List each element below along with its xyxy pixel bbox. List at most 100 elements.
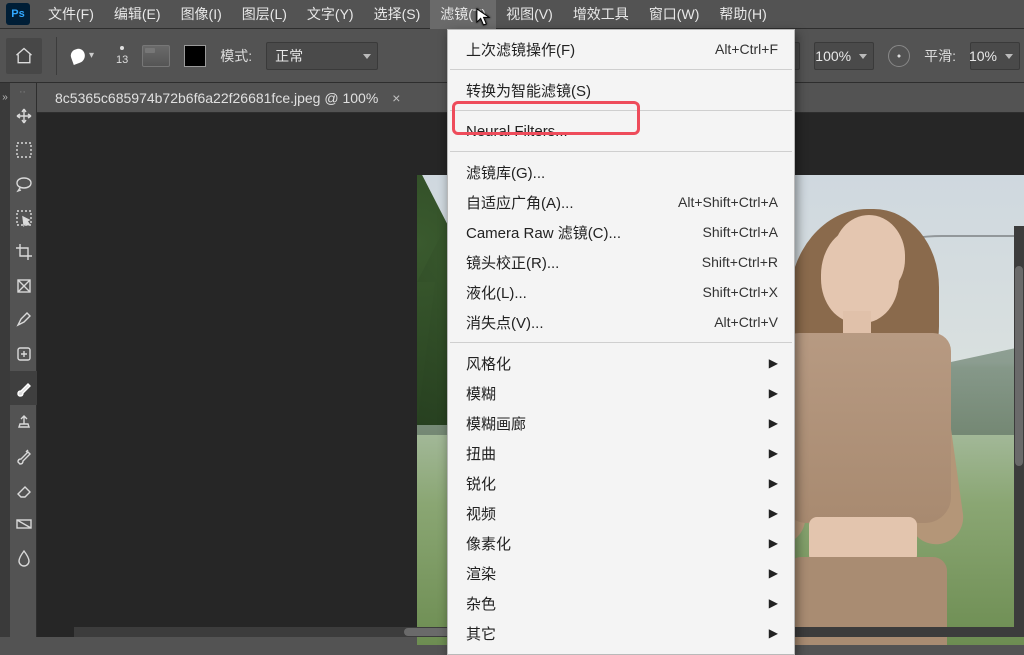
filter-menu-item[interactable]: 自适应广角(A)...Alt+Shift+Ctrl+A [448,187,794,217]
home-button[interactable] [6,38,42,74]
menu-item-10[interactable]: 帮助(H) [709,0,776,29]
menu-item-0[interactable]: 文件(F) [38,0,104,29]
healing-brush-tool[interactable] [10,337,37,371]
eyedropper-tool[interactable] [10,303,37,337]
menu-item-label: 滤镜库(G)... [466,162,545,183]
submenu-arrow-icon: ▶ [769,536,778,550]
filter-menu-item[interactable]: Neural Filters... [448,116,794,146]
menu-item-label: 镜头校正(R)... [466,252,559,273]
menu-item-shortcut: Shift+Ctrl+A [703,224,778,240]
eraser-tool[interactable] [10,473,37,507]
filter-menu-item[interactable]: 液化(L)...Shift+Ctrl+X [448,277,794,307]
filter-menu-item[interactable]: 镜头校正(R)... Shift+Ctrl+R [448,247,794,277]
brush-tool[interactable] [10,371,37,405]
move-tool[interactable] [10,99,37,133]
menu-item-2[interactable]: 图像(I) [171,0,232,29]
submenu-arrow-icon: ▶ [769,506,778,520]
menu-item-6[interactable]: 滤镜(T) [430,0,496,29]
filter-menu-item[interactable]: 风格化 ▶ [448,348,794,378]
expand-panel-chevron[interactable]: » [0,83,10,111]
submenu-arrow-icon: ▶ [769,626,778,640]
filter-menu-item[interactable]: 模糊画廊▶ [448,408,794,438]
menu-item-label: 消失点(V)... [466,312,544,333]
blend-mode-combo[interactable]: 正常 [266,42,378,70]
filter-menu-item[interactable]: 锐化▶ [448,468,794,498]
filter-menu-item[interactable]: 杂色▶ [448,588,794,618]
frame-tool[interactable] [10,269,37,303]
menu-item-label: 风格化 [466,353,511,374]
menu-item-7[interactable]: 视图(V) [496,0,563,29]
menu-separator [450,151,792,152]
menu-item-shortcut: Alt+Ctrl+F [715,41,778,57]
filter-menu-item[interactable]: Camera Raw 滤镜(C)... Shift+Ctrl+A [448,217,794,247]
submenu-arrow-icon: ▶ [769,596,778,610]
filter-menu-item[interactable]: 滤镜库(G)... [448,157,794,187]
menu-item-1[interactable]: 编辑(E) [104,0,171,29]
menu-item-label: 扭曲 [466,443,496,464]
menu-bar: Ps 文件(F)编辑(E)图像(I)图层(L)文字(Y)选择(S)滤镜(T)视图… [0,0,1024,29]
menu-item-label: 液化(L)... [466,282,527,303]
document-tab[interactable]: 8c5365c685974b72b6f6a22f26681fce.jpeg @ … [37,83,418,113]
menu-item-shortcut: Alt+Shift+Ctrl+A [678,194,778,210]
zoom-input[interactable]: 100% [814,42,874,70]
filter-menu-item[interactable]: 像素化▶ [448,528,794,558]
brush-size-value: 13 [116,54,128,66]
menu-item-9[interactable]: 窗口(W) [639,0,710,29]
app-logo: Ps [6,3,30,25]
clone-stamp-tool[interactable] [10,405,37,439]
filter-menu-item[interactable]: 消失点(V)...Alt+Ctrl+V [448,307,794,337]
blur-tool[interactable] [10,541,37,575]
smooth-label: 平滑: [924,46,956,66]
menu-item-label: 渲染 [466,563,496,584]
smooth-input[interactable]: 10% [970,42,1020,70]
filter-menu-item[interactable]: 扭曲 ▶ [448,438,794,468]
toolbox-grip[interactable]: ∙∙ [10,83,36,99]
menu-item-3[interactable]: 图层(L) [232,0,297,29]
menu-item-label: 模糊 [466,383,496,404]
marquee-tool[interactable] [10,133,37,167]
gradient-tool[interactable] [10,507,37,541]
filter-menu-item[interactable]: 视频 ▶ [448,498,794,528]
tab-close-button[interactable]: × [392,90,400,106]
vertical-scrollbar[interactable] [1014,226,1024,627]
brush-icon [69,47,87,65]
brush-size-picker[interactable]: 13 [116,46,128,66]
filter-menu-item[interactable]: 转换为智能滤镜(S) [448,75,794,105]
menu-item-label: 视频 [466,503,496,524]
brush-preview-dot [120,46,124,50]
submenu-arrow-icon: ▶ [769,476,778,490]
menu-item-shortcut: Shift+Ctrl+R [702,254,778,270]
smooth-value: 10% [969,48,997,64]
left-collapse-strip[interactable]: » [0,83,10,637]
menu-item-8[interactable]: 增效工具 [563,0,639,29]
crop-tool[interactable] [10,235,37,269]
document-tab-title: 8c5365c685974b72b6f6a22f26681fce.jpeg @ … [55,90,378,106]
menu-item-label: Camera Raw 滤镜(C)... [466,222,621,243]
history-brush-tool[interactable] [10,439,37,473]
submenu-arrow-icon: ▶ [769,356,778,370]
menu-separator [450,69,792,70]
menu-item-label: 上次滤镜操作(F) [466,39,575,60]
menu-item-label: 转换为智能滤镜(S) [466,80,591,101]
zoom-value: 100% [815,48,851,64]
blend-mode-label: 模式: [220,46,252,66]
tool-panel: ∙∙ [10,83,37,637]
menu-item-5[interactable]: 选择(S) [364,0,431,29]
filter-menu-dropdown: 上次滤镜操作(F) Alt+Ctrl+F 转换为智能滤镜(S) Neural Filt… [447,29,795,655]
brush-settings-button[interactable] [142,45,170,67]
object-select-tool[interactable] [10,201,37,235]
tool-preset-picker[interactable]: ▾ [71,49,94,63]
submenu-arrow-icon: ▶ [769,566,778,580]
menu-item-4[interactable]: 文字(Y) [297,0,364,29]
submenu-arrow-icon: ▶ [769,416,778,430]
menu-item-label: Neural Filters... [466,123,568,140]
submenu-arrow-icon: ▶ [769,446,778,460]
chevron-down-icon: ▾ [89,50,94,61]
pressure-toggle[interactable] [888,45,910,67]
filter-menu-item[interactable]: 模糊▶ [448,378,794,408]
filter-menu-item[interactable]: 其它▶ [448,618,794,648]
lasso-tool[interactable] [10,167,37,201]
filter-menu-item[interactable]: 渲染 ▶ [448,558,794,588]
foreground-color-swatch[interactable] [184,45,206,67]
filter-menu-item[interactable]: 上次滤镜操作(F) Alt+Ctrl+F [448,34,794,64]
